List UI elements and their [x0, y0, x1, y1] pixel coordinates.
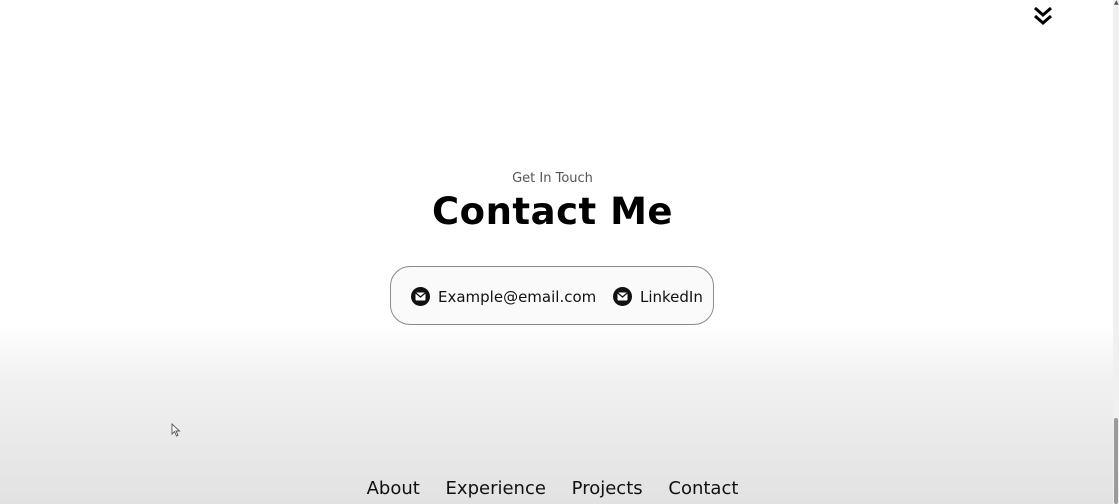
contact-info-card: Example@email.com LinkedIn: [390, 266, 714, 325]
nav-item-projects[interactable]: Projects: [572, 478, 643, 499]
linkedin-label: LinkedIn: [640, 287, 703, 306]
email-label: Example@email.com: [438, 287, 597, 306]
nav-item-experience[interactable]: Experience: [446, 478, 546, 499]
nav-item-contact[interactable]: Contact: [668, 478, 738, 499]
section-title: Contact Me: [432, 190, 673, 233]
double-chevron-down-icon[interactable]: [1032, 5, 1054, 27]
mail-icon: [613, 287, 632, 306]
footer-nav: About Experience Projects Contact: [0, 478, 1105, 499]
scroll-up-arrow-icon[interactable]: ▲: [1114, 0, 1119, 6]
email-link[interactable]: Example@email.com: [411, 267, 596, 326]
mail-icon: [411, 287, 430, 306]
nav-item-about[interactable]: About: [367, 478, 420, 499]
scrollbar-thumb[interactable]: [1114, 418, 1118, 504]
section-subtitle: Get In Touch: [512, 171, 593, 186]
linkedin-link[interactable]: LinkedIn: [613, 267, 703, 326]
mouse-cursor-icon: [171, 423, 181, 437]
